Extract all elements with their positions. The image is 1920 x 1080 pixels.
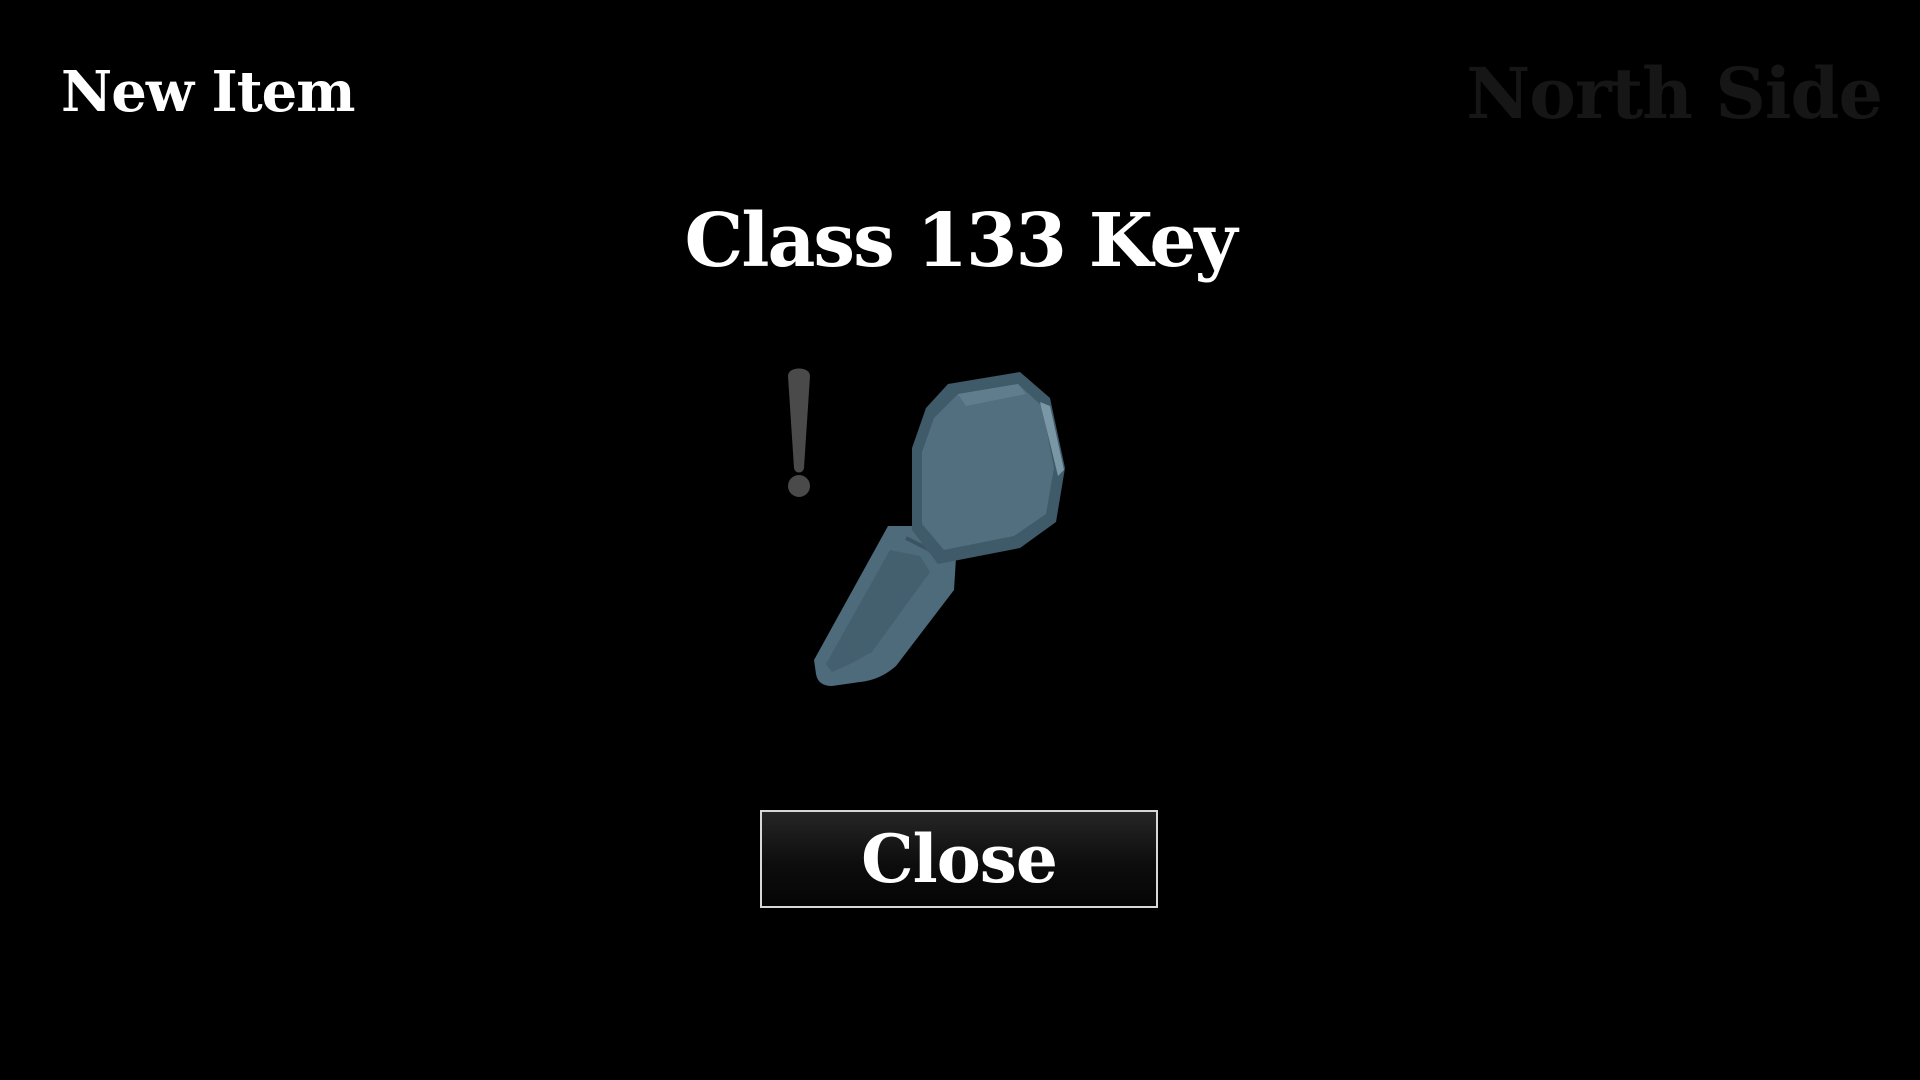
location-label: North Side xyxy=(1466,52,1883,135)
new-item-label: New Item xyxy=(61,59,355,125)
exclamation-icon xyxy=(788,368,810,497)
key-icon xyxy=(814,372,1065,686)
item-svg xyxy=(788,368,1065,686)
close-button[interactable]: Close xyxy=(760,810,1158,908)
item-name: Class 133 Key xyxy=(684,198,1237,284)
close-button-label: Close xyxy=(861,820,1058,898)
item-display xyxy=(760,360,1160,720)
